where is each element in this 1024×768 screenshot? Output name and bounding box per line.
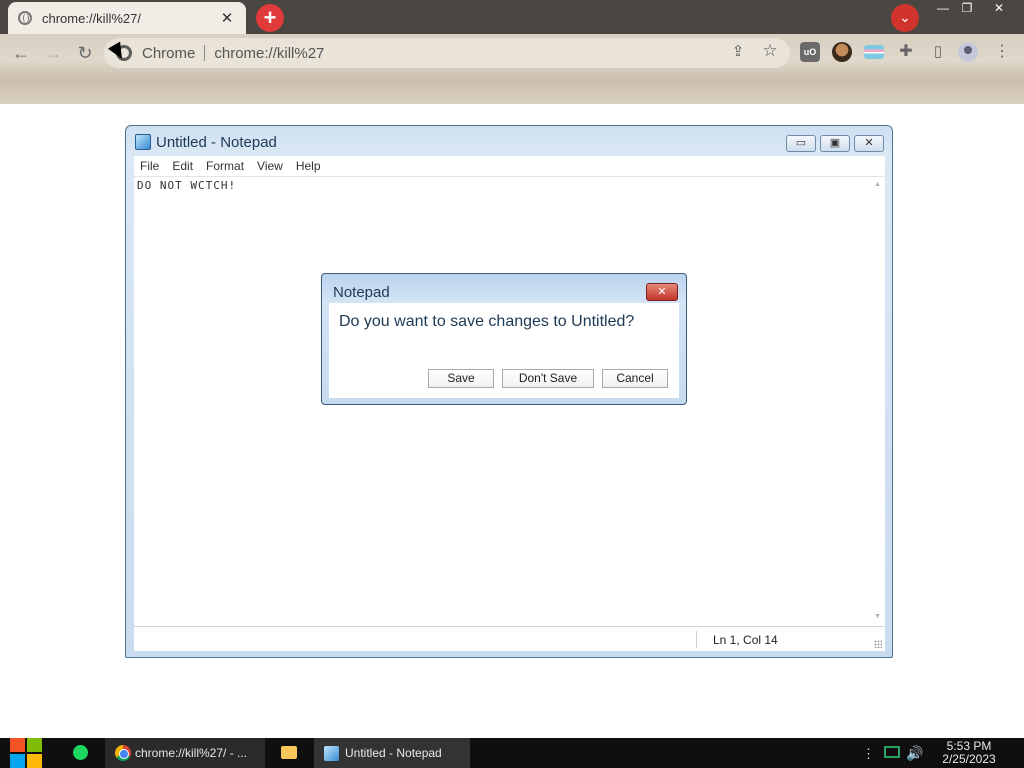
menu-format[interactable]: Format	[206, 159, 244, 173]
side-panel-icon[interactable]: ▯	[928, 42, 948, 62]
volume-icon[interactable]: 🔊	[906, 745, 923, 762]
tray-overflow-icon[interactable]: ⋮	[862, 746, 875, 762]
share-icon[interactable]: ⇪	[728, 42, 748, 62]
site-name: Chrome	[142, 44, 196, 62]
cancel-button[interactable]: Cancel	[602, 369, 668, 388]
taskbar-chrome-label: chrome://kill%27/ - ...	[135, 746, 248, 760]
dialog-message: Do you want to save changes to Untitled?	[339, 313, 635, 330]
cursor-position-status: Ln 1, Col 14	[713, 633, 778, 647]
address-bar[interactable]: Chrome chrome://kill%27	[104, 38, 790, 68]
taskbar-notepad-label: Untitled - Notepad	[345, 746, 442, 760]
notepad-close-button[interactable]: ✕	[854, 135, 884, 152]
browser-frame: chrome://kill%27/ ✕ + ⌄ — ❐ ✕ ← → ↻ Chro…	[0, 0, 1024, 104]
notepad-title: Untitled - Notepad	[156, 134, 277, 151]
notepad-app-icon	[135, 134, 151, 150]
url-text[interactable]: chrome://kill%27	[214, 45, 324, 62]
notepad-menubar: File Edit Format View Help	[134, 156, 885, 176]
taskbar: chrome://kill%27/ - ... Untitled - Notep…	[0, 738, 1024, 768]
chrome-icon	[115, 745, 131, 761]
dialog-close-button[interactable]: ✕	[646, 283, 678, 301]
save-changes-dialog: Notepad ✕ Do you want to save changes to…	[321, 273, 687, 405]
menu-edit[interactable]: Edit	[172, 159, 193, 173]
menu-help[interactable]: Help	[296, 159, 321, 173]
window-close-button[interactable]: ✕	[982, 0, 1016, 18]
notepad-taskbar-icon	[324, 745, 339, 761]
globe-icon	[18, 11, 32, 25]
menu-view[interactable]: View	[257, 159, 283, 173]
start-windows-icon[interactable]	[10, 738, 42, 768]
scroll-down-arrow-icon[interactable]: ▼	[874, 613, 881, 620]
file-explorer-icon[interactable]	[281, 746, 297, 759]
taskbar-chrome-item[interactable]: chrome://kill%27/ - ...	[105, 738, 265, 768]
notepad-maximize-button[interactable]: ▣	[820, 135, 850, 152]
bookmark-star-icon[interactable]: ☆	[760, 41, 780, 61]
tab-title: chrome://kill%27/	[42, 10, 141, 26]
menu-file[interactable]: File	[140, 159, 159, 173]
status-separator	[696, 631, 697, 648]
omnibox-separator	[204, 45, 206, 61]
window-restore-button[interactable]: ❐	[952, 0, 982, 18]
resize-grip-icon[interactable]	[874, 640, 882, 648]
notepad-content: DO NOT WCTCH!	[137, 179, 237, 192]
clock-date: 2/25/2023	[942, 752, 996, 766]
chrome-menu-icon[interactable]: ⋮	[992, 42, 1012, 62]
notepad-titlebar[interactable]: Untitled - Notepad ▭ ▣ ✕	[126, 126, 892, 156]
dont-save-button[interactable]: Don't Save	[502, 369, 594, 388]
extensions-puzzle-icon[interactable]: ✚	[896, 42, 916, 62]
scroll-up-arrow-icon[interactable]: ▲	[874, 181, 881, 188]
taskbar-clock[interactable]: 5:53 PM 2/25/2023	[932, 740, 1006, 766]
tab-close-icon[interactable]: ✕	[218, 9, 236, 27]
dialog-body: Do you want to save changes to Untitled?…	[329, 303, 679, 398]
notepad-statusbar: Ln 1, Col 14	[134, 626, 885, 651]
network-icon[interactable]	[884, 746, 900, 758]
profile-avatar-icon[interactable]	[958, 42, 978, 62]
spotify-icon[interactable]	[73, 745, 88, 760]
forward-button[interactable]: →	[42, 42, 64, 64]
dialog-title: Notepad	[333, 284, 390, 301]
reload-button[interactable]: ↻	[74, 42, 96, 64]
extension-flag-icon[interactable]	[864, 45, 884, 59]
back-button[interactable]: ←	[10, 42, 32, 64]
extension-avatar-icon[interactable]	[832, 42, 852, 62]
save-button[interactable]: Save	[428, 369, 494, 388]
tab-search-button[interactable]: ⌄	[891, 4, 919, 32]
taskbar-notepad-item[interactable]: Untitled - Notepad	[314, 738, 470, 768]
new-tab-button[interactable]: +	[256, 4, 284, 32]
browser-tab[interactable]: chrome://kill%27/ ✕	[8, 2, 246, 34]
ublock-extension-icon[interactable]: uO	[800, 42, 820, 62]
notepad-minimize-button[interactable]: ▭	[786, 135, 816, 152]
